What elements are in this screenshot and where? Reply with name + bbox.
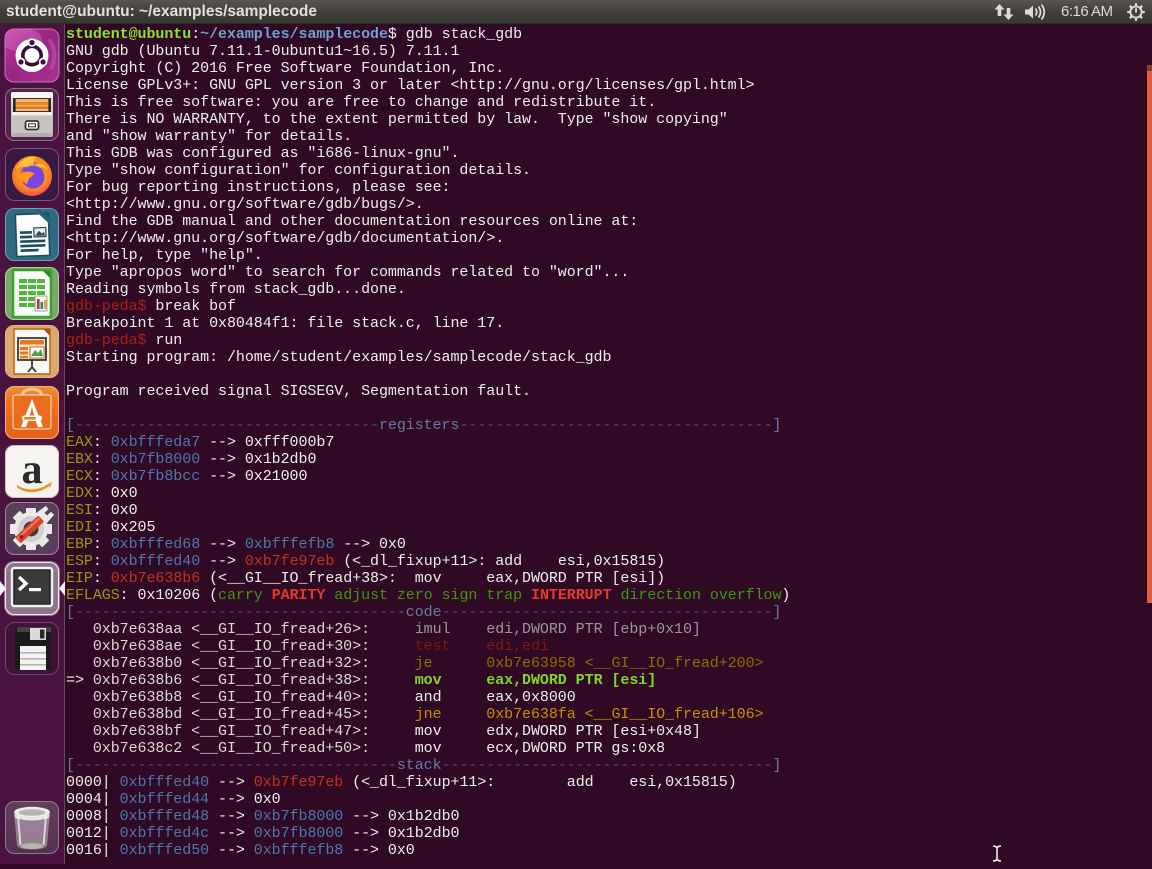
svg-text:a: a xyxy=(22,447,43,493)
